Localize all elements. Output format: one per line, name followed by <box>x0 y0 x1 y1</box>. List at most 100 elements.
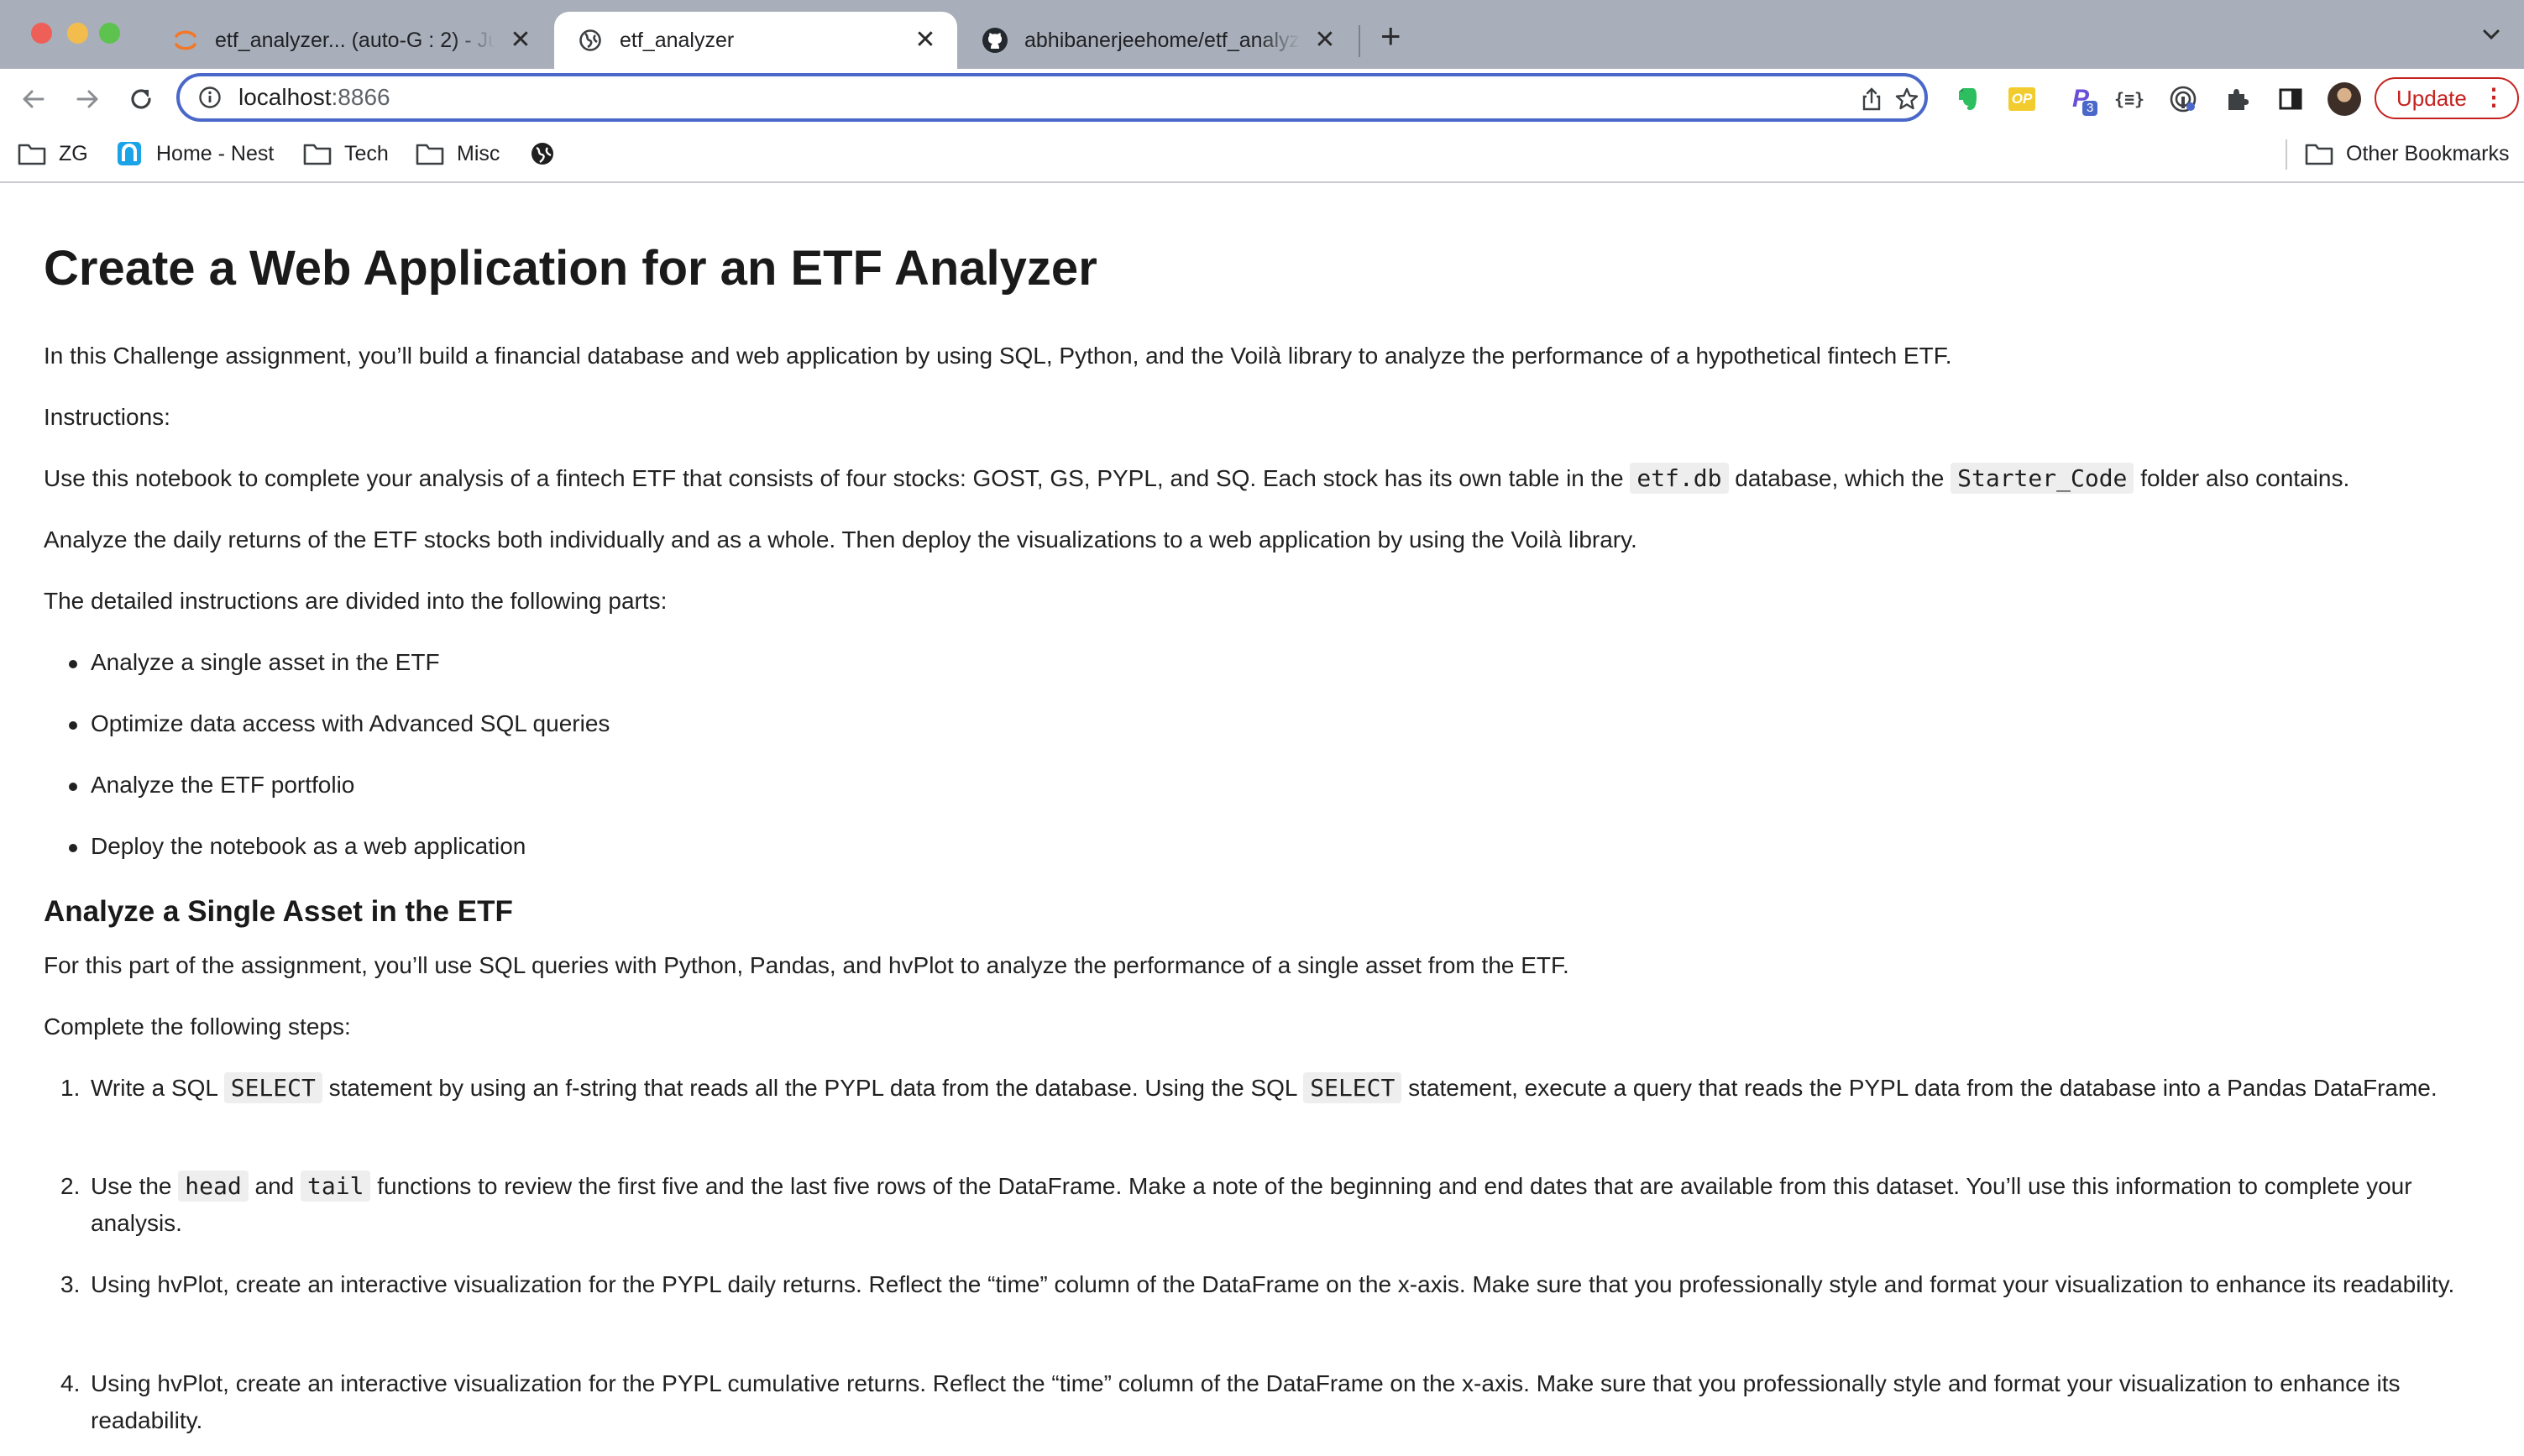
browser-toolbar: localhost:8866 OP P 3 {≡} Update ⋮ <box>0 69 2524 128</box>
bookmark-label: Misc <box>457 141 500 165</box>
step-number: 1. <box>60 1075 81 1101</box>
bullet <box>69 783 77 791</box>
json-icon[interactable]: {≡} <box>2114 84 2144 114</box>
reload-button[interactable] <box>124 82 158 116</box>
tab-title: etf_analyzer <box>620 28 735 52</box>
text-span: statement, execute a query that reads th… <box>1401 1075 2438 1101</box>
list-item: Analyze the ETF portfolio <box>91 772 355 798</box>
steps-intro: Complete the following steps: <box>44 1013 351 1040</box>
text-span: Use this notebook to complete your analy… <box>44 465 1631 491</box>
profile-avatar[interactable] <box>2328 82 2361 116</box>
instructions-label: Instructions: <box>44 404 170 430</box>
folder-icon <box>302 141 333 166</box>
list-item: Write a SQL SELECT statement by using an… <box>91 1070 2492 1107</box>
new-tab-button[interactable]: + <box>1380 18 1401 54</box>
inline-code: SELECT <box>1303 1072 1402 1103</box>
github-icon <box>981 26 1009 55</box>
text-span: Use the <box>91 1173 179 1199</box>
nest-icon <box>114 141 144 166</box>
extension-badge: 3 <box>2082 101 2098 116</box>
other-bookmarks[interactable]: Other Bookmarks <box>2304 138 2510 170</box>
star-icon[interactable] <box>1894 86 1919 112</box>
list-item: Deploy the notebook as a web application <box>91 833 526 859</box>
bookmark-home-nest[interactable]: Home - Nest <box>114 138 274 170</box>
bullet <box>69 844 77 852</box>
arrow-right-icon <box>76 90 98 108</box>
url-port: :8866 <box>331 84 390 110</box>
sidebar-icon[interactable] <box>2275 84 2306 114</box>
section-intro: For this part of the assignment, you’ll … <box>44 952 1569 978</box>
folder-icon <box>415 141 445 166</box>
close-window-button[interactable] <box>31 23 52 44</box>
bookmark-misc[interactable]: Misc <box>415 138 500 170</box>
text-span: Write a SQL <box>91 1075 224 1101</box>
tab-strip: etf_analyzer... (auto-G : 2) - Ju ✕ etf_… <box>0 0 2524 69</box>
address-bar[interactable]: localhost:8866 <box>176 73 1928 122</box>
tab-jupyter-notebook[interactable]: etf_analyzer... (auto-G : 2) - Ju ✕ <box>149 12 552 69</box>
bookmark-globe[interactable] <box>527 138 569 170</box>
bookmarks-bar: ZG Home - Nest Tech Misc Other Bookmarks <box>0 128 2524 183</box>
reload-icon <box>131 89 151 109</box>
section-heading: Analyze a Single Asset in the ETF <box>44 895 513 928</box>
tab-etf-analyzer[interactable]: etf_analyzer ✕ <box>554 12 957 69</box>
bookmarks-separator <box>2286 139 2287 170</box>
use-notebook-paragraph: Use this notebook to complete your analy… <box>44 460 2349 497</box>
evernote-icon[interactable] <box>1951 84 1982 114</box>
inline-code: Starter_Code <box>1951 463 2134 494</box>
folder-icon <box>2304 141 2334 166</box>
page-title: Create a Web Application for an ETF Anal… <box>44 241 1097 296</box>
globe-icon <box>527 141 558 166</box>
tab-title: etf_analyzer... (auto-G : 2) - Ju <box>215 28 495 52</box>
inline-code: tail <box>301 1171 371 1202</box>
other-bookmarks-label: Other Bookmarks <box>2346 141 2510 165</box>
bookmark-tech[interactable]: Tech <box>302 138 389 170</box>
puzzle-icon[interactable] <box>2222 84 2252 114</box>
globe-icon <box>576 26 605 55</box>
share-icon[interactable] <box>1859 86 1884 112</box>
p-extension-icon[interactable]: P 3 <box>2066 84 2098 116</box>
folder-icon <box>17 141 47 166</box>
list-item: Analyze a single asset in the ETF <box>91 649 440 675</box>
tab-separator <box>1359 25 1360 57</box>
bookmark-zg[interactable]: ZG <box>17 138 88 170</box>
inline-code: SELECT <box>223 1072 322 1103</box>
update-button[interactable]: Update ⋮ <box>2375 77 2519 119</box>
arrow-left-icon <box>23 90 45 108</box>
step-number: 2. <box>60 1173 81 1199</box>
chevron-down-icon[interactable] <box>2479 22 2504 47</box>
parts-intro: The detailed instructions are divided in… <box>44 588 668 614</box>
minimize-window-button[interactable] <box>67 23 88 44</box>
tab-close-icon[interactable]: ✕ <box>507 28 534 53</box>
update-label: Update <box>2396 85 2467 111</box>
op-icon[interactable]: OP <box>2007 84 2037 114</box>
more-vert-icon[interactable]: ⋮ <box>2482 86 2506 109</box>
text-span: folder also contains. <box>2134 465 2350 491</box>
inline-code: head <box>178 1171 249 1202</box>
jupyter-icon <box>171 26 200 55</box>
bookmark-label: Tech <box>344 141 389 165</box>
forward-button[interactable] <box>71 82 104 116</box>
url-host: localhost <box>238 84 332 110</box>
list-item: Using hvPlot, create an interactive visu… <box>91 1370 2401 1433</box>
bullet <box>69 660 77 668</box>
step-number: 4. <box>60 1370 81 1396</box>
password-icon[interactable] <box>2168 84 2198 114</box>
text-span: statement by using an f-string that read… <box>322 1075 1304 1101</box>
bookmark-label: Home - Nest <box>156 141 275 165</box>
tab-github[interactable]: abhibanerjeehome/etf_analyze ✕ <box>959 12 1357 69</box>
bookmark-label: ZG <box>59 141 88 165</box>
back-button[interactable] <box>17 82 50 116</box>
analyze-daily-paragraph: Analyze the daily returns of the ETF sto… <box>44 526 1637 553</box>
list-item: Using hvPlot, create an interactive visu… <box>91 1271 2455 1297</box>
info-icon[interactable] <box>198 86 222 109</box>
url-text[interactable]: localhost:8866 <box>238 84 390 111</box>
list-item: Use the head and tail functions to revie… <box>91 1168 2492 1242</box>
text-span: functions to review the first five and t… <box>91 1173 2412 1236</box>
tab-close-icon[interactable]: ✕ <box>912 28 939 53</box>
zoom-window-button[interactable] <box>99 23 120 44</box>
step-number: 3. <box>60 1271 81 1297</box>
tab-close-icon[interactable]: ✕ <box>1312 28 1338 53</box>
bullet <box>69 721 77 730</box>
json-glyph: {≡} <box>2113 89 2145 109</box>
inline-code: etf.db <box>1630 463 1729 494</box>
